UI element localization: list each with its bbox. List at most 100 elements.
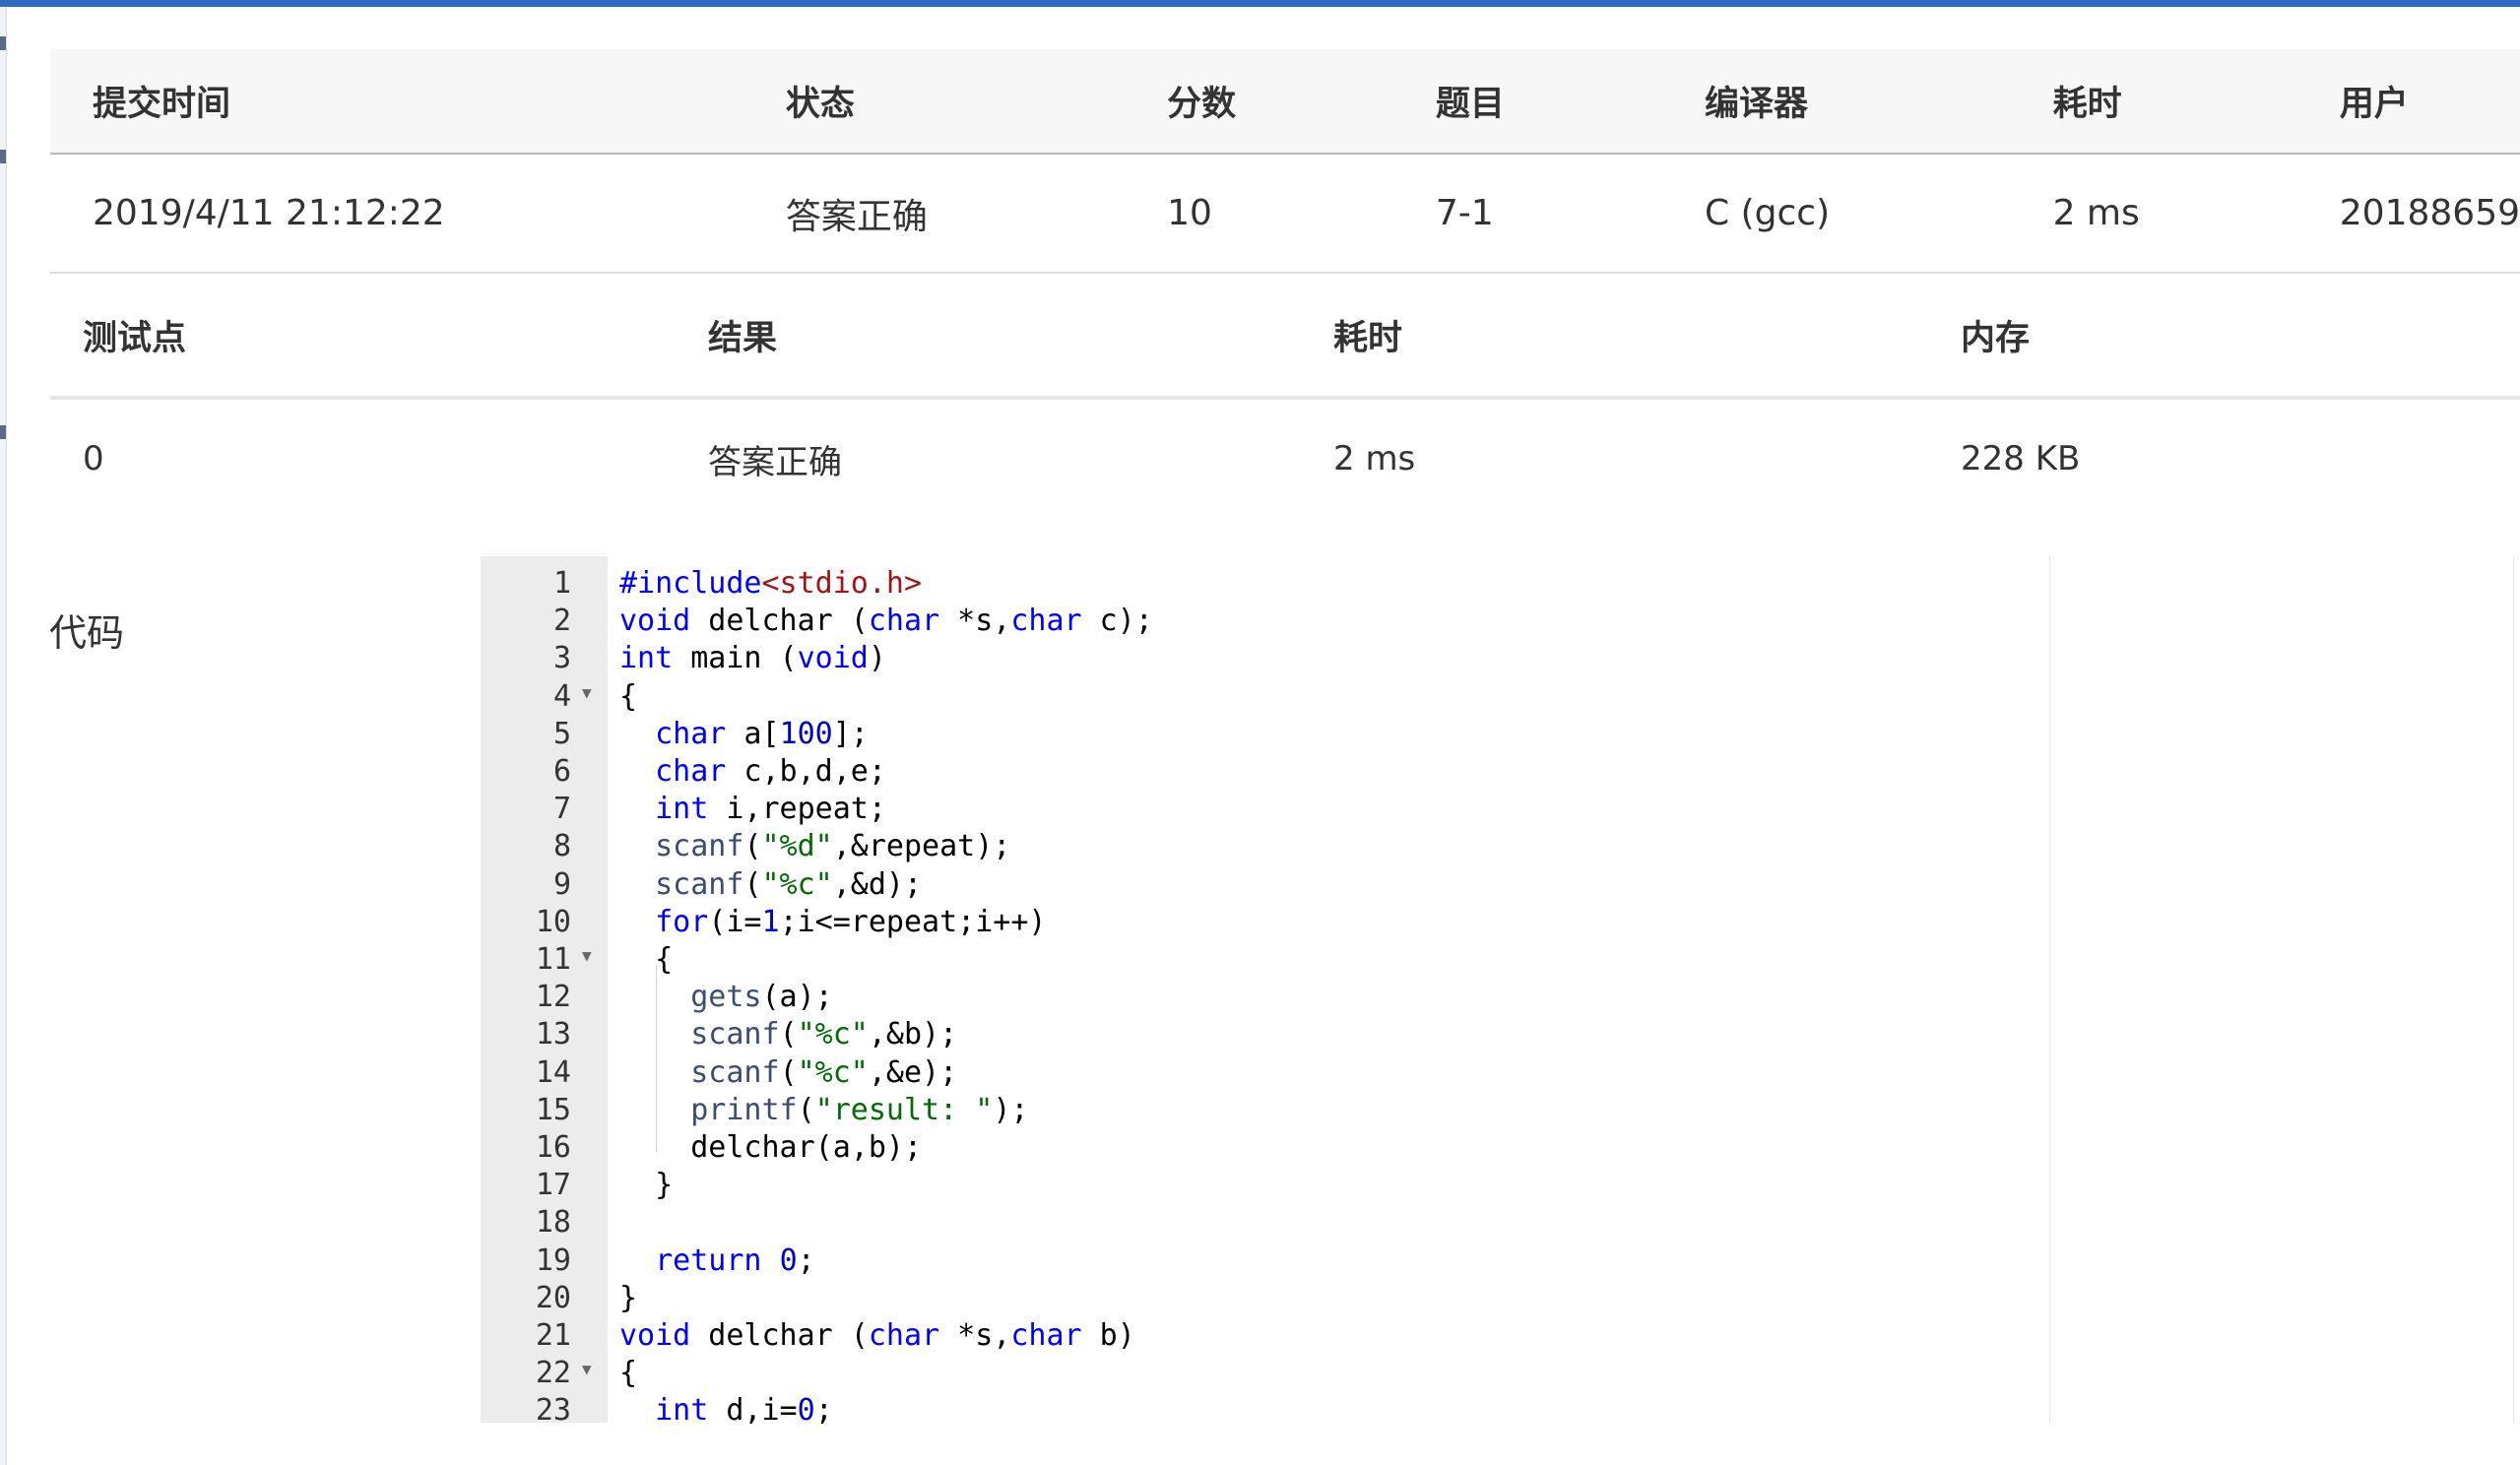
code-line: 8 scanf("%d",&repeat); (481, 827, 2049, 864)
line-number: 6 (552, 754, 571, 789)
table-row: 0 答案正确 2 ms 228 KB (50, 398, 2520, 518)
code-section-label: 代码 (49, 611, 125, 655)
code-line: 5 char a[100]; (481, 715, 2049, 752)
header-elapsed: 耗时 (2010, 49, 2297, 155)
code-text: char c,b,d,e; (655, 754, 886, 789)
code-text: int i,repeat; (655, 792, 886, 827)
code-text: { (619, 942, 674, 977)
header-status: 状态 (743, 49, 1126, 155)
line-number: 2 (552, 604, 571, 639)
line-number: 21 (535, 1318, 571, 1353)
indent-guide (656, 965, 657, 1152)
cases-header-row: 测试点 结果 耗时 内存 (50, 274, 2520, 400)
user-id: 20188659 (2296, 154, 2520, 274)
code-text: printf("result: "); (690, 1092, 1029, 1127)
compiler: C (gcc) (1662, 154, 2011, 274)
edge-marker (0, 36, 6, 50)
header-user: 用户 (2296, 49, 2520, 155)
line-number: 12 (535, 980, 571, 1015)
code-text: scanf("%c",&d); (655, 866, 923, 902)
test-point-id: 0 (83, 439, 104, 478)
fold-arrow-icon[interactable]: ▼ (582, 946, 592, 965)
case-result: 答案正确 (708, 442, 842, 482)
line-number: 14 (535, 1054, 571, 1090)
code-line: 17 } (481, 1166, 2049, 1203)
code-line: 1 #include<stdio.h> (481, 564, 2049, 602)
edge-marker (0, 150, 6, 163)
code-text: int main (void) (619, 641, 886, 676)
code-text: delchar(a,b); (619, 1130, 923, 1165)
code-line: 6 char c,b,d,e; (481, 752, 2049, 790)
line-number: 18 (535, 1205, 571, 1241)
line-number: 22 (535, 1356, 571, 1391)
line-number: 16 (535, 1130, 571, 1165)
code-line: 22 ▼ { (481, 1354, 2049, 1391)
header-score: 分数 (1125, 49, 1393, 155)
code-text: return 0; (655, 1242, 815, 1278)
code-line: 11 ▼ { (481, 940, 2049, 978)
line-number: 13 (535, 1017, 571, 1052)
code-text: void delchar (char *s,char b) (619, 1318, 1135, 1353)
code-text: void delchar (char *s,char c); (619, 604, 1153, 639)
code-line: 9 scanf("%c",&d); (481, 865, 2049, 903)
code-text: } (619, 1168, 674, 1203)
code-line: 3 int main (void) (481, 639, 2049, 676)
code-line: 4 ▼ { (481, 677, 2049, 715)
header-case-elapsed: 耗时 (1301, 274, 1928, 400)
case-elapsed: 2 ms (1333, 439, 1416, 478)
code-line: 15 printf("result: "); (481, 1091, 2049, 1128)
header-submit-time: 提交时间 (50, 49, 743, 155)
submit-time: 2019/4/11 21:12:22 (50, 154, 743, 274)
line-number: 8 (552, 829, 571, 864)
line-number: 1 (552, 566, 571, 601)
line-number: 3 (552, 641, 571, 676)
window-left-edge (0, 7, 7, 1465)
score: 10 (1125, 154, 1393, 274)
line-number: 23 (535, 1393, 571, 1429)
line-number: 11 (535, 942, 571, 977)
code-line: 20} (481, 1279, 2049, 1316)
header-memory: 内存 (1928, 274, 2520, 400)
line-number: 7 (552, 792, 571, 827)
editor-scrollbar[interactable] (2513, 556, 2520, 1423)
code-line: 14 scanf("%c",&e); (481, 1053, 2049, 1091)
header-compiler: 编译器 (1662, 49, 2011, 155)
test-case-table: 测试点 结果 耗时 内存 0 答案正确 2 ms 228 KB (50, 274, 2520, 518)
line-number: 10 (535, 904, 571, 939)
code-line: 19 return 0; (481, 1242, 2049, 1279)
header-problem: 题目 (1392, 49, 1663, 155)
header-test-point: 测试点 (50, 274, 676, 400)
line-number: 17 (535, 1168, 571, 1203)
line-number: 5 (552, 716, 571, 751)
elapsed-time: 2 ms (2010, 154, 2297, 274)
line-number: 15 (535, 1092, 571, 1127)
code-line: 16 delchar(a,b); (481, 1128, 2049, 1166)
code-text: { (619, 678, 638, 714)
code-line: 7 int i,repeat; (481, 790, 2049, 827)
code-text: for(i=1;i<=repeat;i++) (655, 904, 1047, 939)
code-line: 21 void delchar (char *s,char b) (481, 1316, 2049, 1354)
problem-link[interactable]: 7-1 (1392, 154, 1663, 274)
top-accent-bar (0, 0, 2520, 7)
line-number: 20 (535, 1280, 571, 1315)
code-line: 18 (481, 1203, 2049, 1241)
code-text: scanf("%d",&repeat); (655, 829, 1011, 864)
code-line: 12 gets(a); (481, 978, 2049, 1015)
fold-arrow-icon[interactable]: ▼ (582, 683, 592, 702)
line-number: 19 (535, 1242, 571, 1278)
code-text: scanf("%c",&e); (690, 1054, 958, 1090)
status-badge: 答案正确 (743, 154, 1126, 274)
code-text: } (619, 1280, 638, 1315)
edge-marker (0, 425, 6, 439)
code-text: char a[100]; (655, 716, 869, 751)
code-line: 13 scanf("%c",&b); (481, 1015, 2049, 1052)
line-number: 9 (552, 866, 571, 902)
code-line: 10 for(i=1;i<=repeat;i++) (481, 903, 2049, 940)
code-editor[interactable]: 1 #include<stdio.h> 2 void delchar (char *s… (481, 556, 2050, 1428)
code-text: scanf("%c",&b); (690, 1017, 958, 1052)
code-text: gets(a); (690, 980, 833, 1015)
code-text: #include<stdio.h> (619, 566, 923, 601)
fold-arrow-icon[interactable]: ▼ (582, 1360, 592, 1378)
summary-header-row: 提交时间 状态 分数 题目 编译器 耗时 用户 (50, 49, 2520, 155)
submission-summary-table: 提交时间 状态 分数 题目 编译器 耗时 用户 2019/4/11 21:12:… (50, 49, 2520, 274)
